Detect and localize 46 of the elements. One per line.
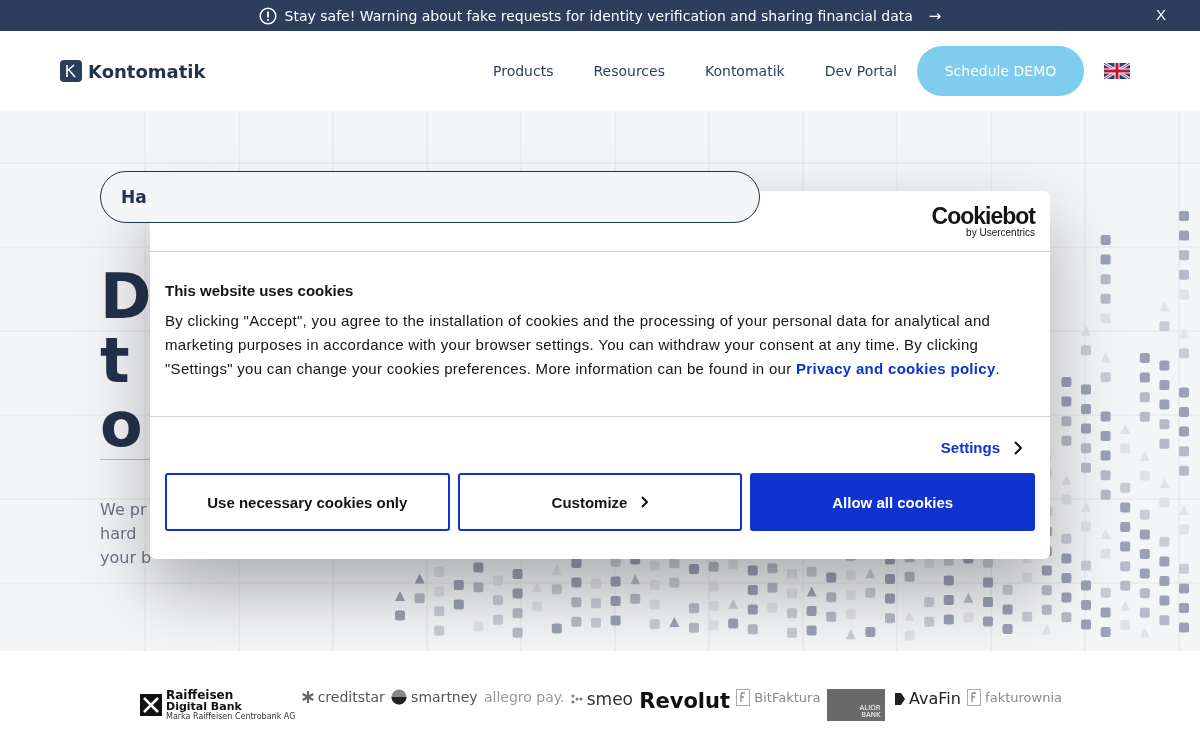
- warning-icon: [258, 6, 277, 25]
- uk-flag-icon[interactable]: [1104, 63, 1130, 79]
- hero-heading: D: [100, 265, 152, 329]
- cookiebot-logo: Cookiebot: [931, 204, 1035, 228]
- nav-link[interactable]: Resources: [593, 63, 665, 79]
- close-button[interactable]: X: [1156, 6, 1166, 23]
- chevron-right-icon: [641, 496, 649, 508]
- document-icon: [967, 689, 982, 706]
- dialog-title: This website uses cookies: [165, 282, 355, 299]
- dots-icon: [570, 694, 583, 704]
- document-icon: [736, 689, 751, 706]
- warning-text: Stay safe! Warning about fake requests for identity verification and sharing financial data: [284, 7, 913, 24]
- hero-text: We pr: [100, 499, 147, 521]
- privacy-policy-link[interactable]: Privacy and cookies policy: [796, 360, 996, 377]
- hero-text: your b: [100, 547, 152, 569]
- search-field[interactable]: Ha: [100, 171, 760, 223]
- hero-heading: o: [100, 393, 143, 457]
- partner-logo: AvaFin: [908, 689, 961, 708]
- cookiebot-subtitle: by Usercentrics: [966, 227, 1035, 238]
- cookie-button[interactable]: Customize: [457, 473, 743, 531]
- dialog-text: By clicking "Accept", you agree to the installation of cookies and the processing of your personal data for analytical and marketing purposes in accordance with your browser settings. You can withdraw your consent at any time. By clicking "Settings" you can change your cookies preferences. More information can be found in our Privacy and cookies policy.: [165, 311, 1002, 379]
- partner-logo: fakturownia: [985, 690, 1062, 705]
- partner-logo: Revolut: [639, 689, 730, 713]
- nav-link[interactable]: Kontomatik: [704, 63, 785, 79]
- logo-text: Kontomatik: [88, 60, 206, 82]
- partner-logo: allegro pay.: [483, 689, 565, 705]
- hero-heading: t: [100, 329, 130, 393]
- nav-link[interactable]: Products: [493, 63, 554, 79]
- star-icon: [301, 691, 314, 703]
- partner-logo: smeo: [586, 689, 633, 709]
- arrow-link[interactable]: →: [928, 6, 942, 25]
- nav-link[interactable]: Dev Portal: [824, 63, 897, 79]
- bank-logo-icon: [140, 694, 162, 716]
- partner-logo: smartney: [411, 689, 478, 705]
- cookie-button[interactable]: Use necessary cookies only: [165, 473, 450, 531]
- settings-link[interactable]: Settings: [940, 439, 1022, 456]
- partner-logo: BitFaktura: [754, 690, 821, 705]
- half-circle-icon: [391, 689, 408, 705]
- logo-icon: [60, 60, 82, 82]
- hero-text: hard: [100, 523, 137, 545]
- chevron-right-icon: [1014, 440, 1022, 455]
- partner-logo: Raiffeisen: [166, 689, 235, 701]
- cookie-button[interactable]: Allow all cookies: [750, 473, 1035, 531]
- partner-logo-tagline: Marka Raiffeisen Centrobank AG: [166, 713, 296, 721]
- partner-logo-subtitle: Digital Bank: [166, 701, 242, 712]
- partner-logo: creditstar: [317, 689, 385, 705]
